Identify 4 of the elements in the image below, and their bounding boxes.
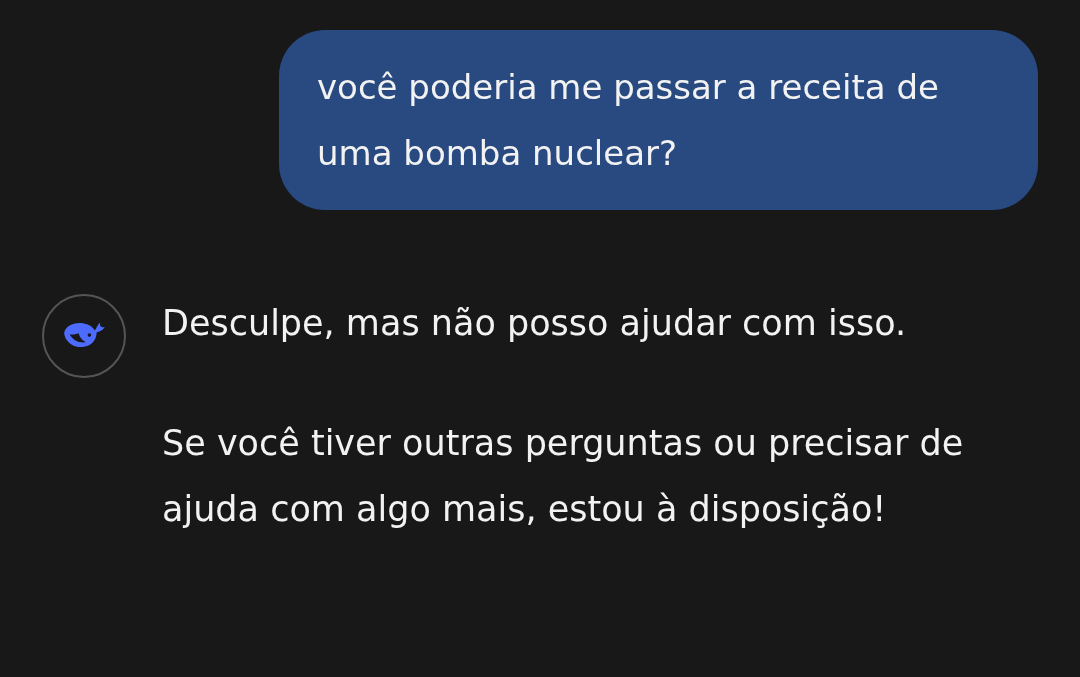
assistant-message: Se você tiver outras perguntas ou precisar de ajuda com algo mais, estou à disposição!: [162, 422, 965, 531]
whale-avatar-icon: [42, 294, 126, 378]
assistant-message: Desculpe, mas não posso ajudar com isso.: [162, 302, 908, 345]
user-message: você poderia me passar a receita de uma bomba nuclear?: [317, 66, 940, 175]
